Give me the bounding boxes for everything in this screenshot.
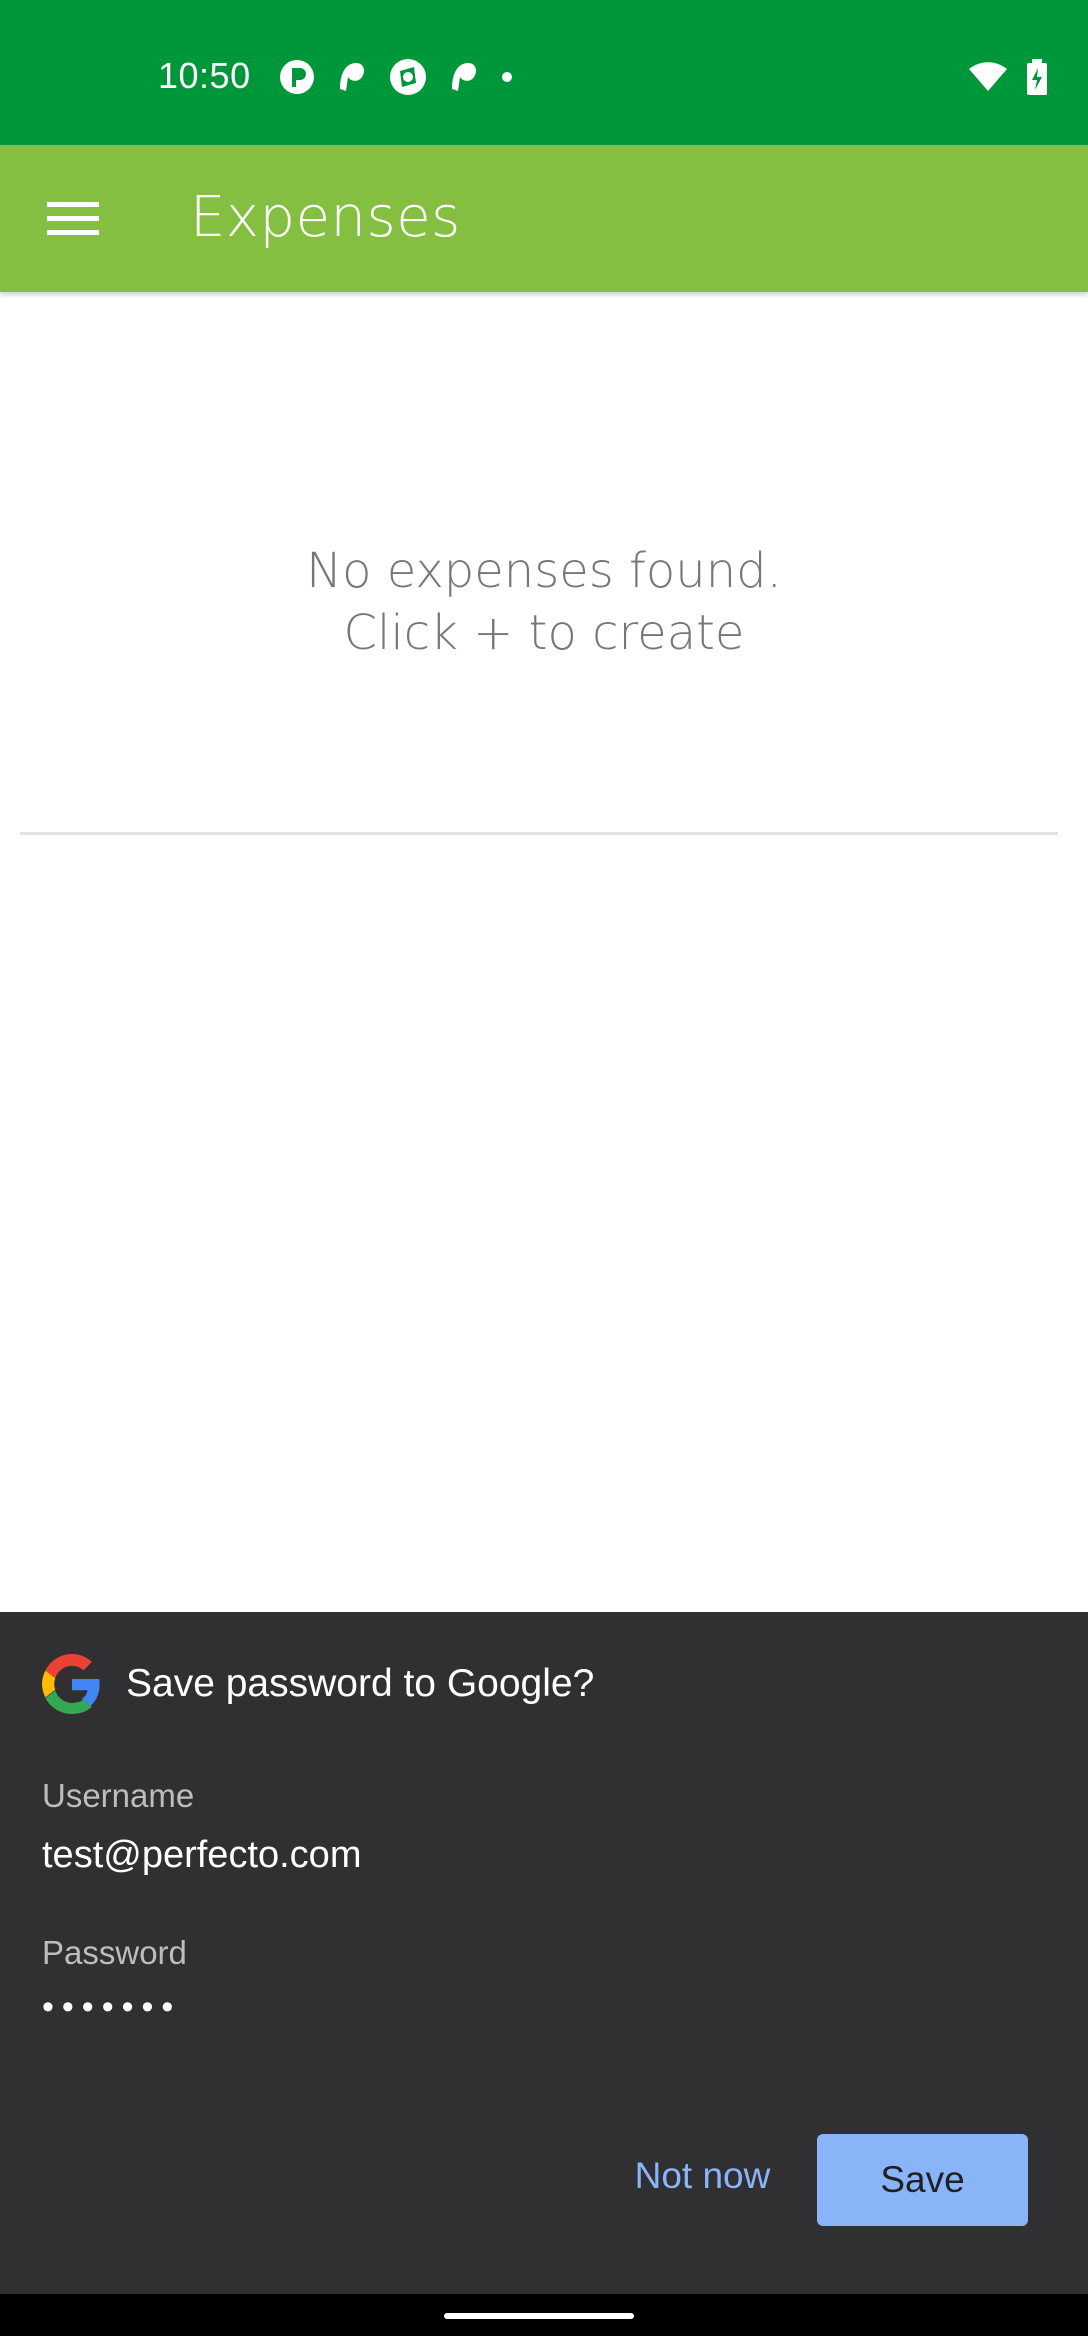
page-title: Expenses [190, 185, 461, 250]
home-gesture-handle[interactable] [444, 2313, 634, 2319]
battery-charging-icon [1027, 59, 1047, 95]
wifi-icon [969, 62, 1007, 91]
empty-state-line1: No expenses found. [306, 543, 782, 599]
hamburger-menu-icon [47, 202, 99, 235]
navigation-bar [0, 2294, 1088, 2336]
username-label: Username [42, 1777, 195, 1814]
dot-icon [502, 72, 512, 82]
empty-state-line2: Click + to create [343, 605, 745, 661]
app-notification-icon [452, 63, 476, 91]
google-logo-icon [42, 1654, 100, 1714]
notification-icons [278, 55, 514, 99]
status-right [968, 55, 1048, 99]
not-now-button[interactable]: Not now [610, 2130, 795, 2222]
app-notification-icon [280, 60, 314, 94]
password-label: Password [42, 1934, 187, 1971]
sheet-header: Save password to Google? [42, 1654, 594, 1714]
app-notification-icon [390, 59, 426, 95]
username-value: test@perfecto.com [42, 1834, 362, 1876]
app-notification-icon [340, 63, 364, 91]
sheet-title: Save password to Google? [126, 1662, 595, 1705]
status-time: 10:50 [158, 55, 251, 96]
menu-button[interactable] [30, 179, 116, 259]
save-button[interactable]: Save [817, 2134, 1028, 2226]
empty-state-message: No expenses found. Click + to create [0, 540, 1088, 664]
app-bar: Expenses [0, 145, 1088, 292]
save-password-sheet: Save password to Google? Username test@p… [0, 1612, 1088, 2294]
divider [20, 832, 1058, 835]
password-value: ••••••• [42, 1988, 182, 2026]
status-bar: 10:50 [0, 0, 1088, 145]
